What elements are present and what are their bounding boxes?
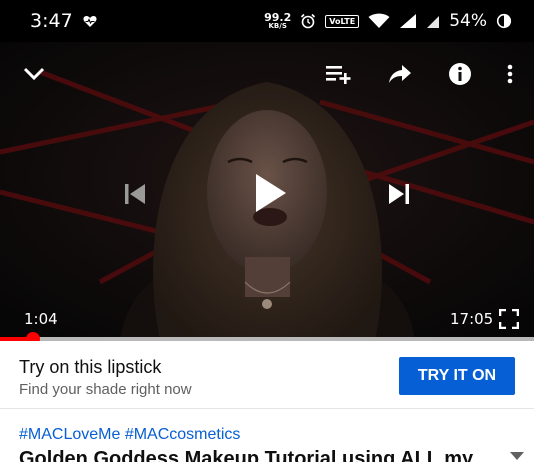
ad-banner[interactable]: Try on this lipstick Find your shade rig… xyxy=(0,341,534,409)
next-button[interactable] xyxy=(384,179,414,209)
cell-signal-2-icon xyxy=(427,16,440,28)
net-speed-unit: KB/S xyxy=(268,22,287,30)
wifi-icon xyxy=(368,13,390,28)
share-icon xyxy=(389,65,411,83)
skip-previous-icon xyxy=(125,184,145,204)
video-title[interactable]: Golden Goddess Makeup Tutorial using ALL… xyxy=(19,448,489,462)
volte-badge: VoLTE xyxy=(325,14,360,28)
duration: 17:05 xyxy=(450,310,494,328)
fullscreen-button[interactable] xyxy=(497,307,521,331)
network-speed: 99.2 KB/S xyxy=(264,12,291,30)
status-bar: 3:47 99.2 KB/S VoLTE 54% xyxy=(0,0,534,42)
try-it-on-button[interactable]: TRY IT ON xyxy=(399,357,515,395)
heart-icon xyxy=(83,15,97,27)
ad-title: Try on this lipstick xyxy=(19,357,162,377)
play-icon xyxy=(256,174,286,212)
battery-icon xyxy=(496,13,512,29)
battery-percent: 54% xyxy=(449,11,487,31)
play-button[interactable] xyxy=(250,170,290,216)
info-icon xyxy=(449,63,471,85)
share-button[interactable] xyxy=(386,62,414,86)
status-icons: 99.2 KB/S VoLTE 54% xyxy=(264,11,512,31)
ad-subtitle: Find your shade right now xyxy=(19,381,192,398)
collapse-button[interactable] xyxy=(20,62,48,86)
skip-next-icon xyxy=(389,184,409,204)
previous-button[interactable] xyxy=(120,179,150,209)
playlist-add-icon xyxy=(326,66,351,84)
hashtags-link[interactable]: #MACLoveMe #MACcosmetics xyxy=(19,426,240,444)
cell-signal-icon xyxy=(400,14,417,28)
alarm-icon xyxy=(301,13,316,29)
expand-description-icon[interactable] xyxy=(510,452,524,462)
info-button[interactable] xyxy=(446,61,474,87)
video-player[interactable]: 1:04 17:05 xyxy=(0,42,534,340)
add-to-queue-button[interactable] xyxy=(324,62,352,86)
more-options-button[interactable] xyxy=(500,62,520,86)
more-vert-icon xyxy=(507,64,513,84)
chevron-down-icon xyxy=(23,67,45,81)
fullscreen-icon xyxy=(499,309,519,329)
current-time: 1:04 xyxy=(24,310,58,328)
status-time: 3:47 xyxy=(30,10,73,32)
